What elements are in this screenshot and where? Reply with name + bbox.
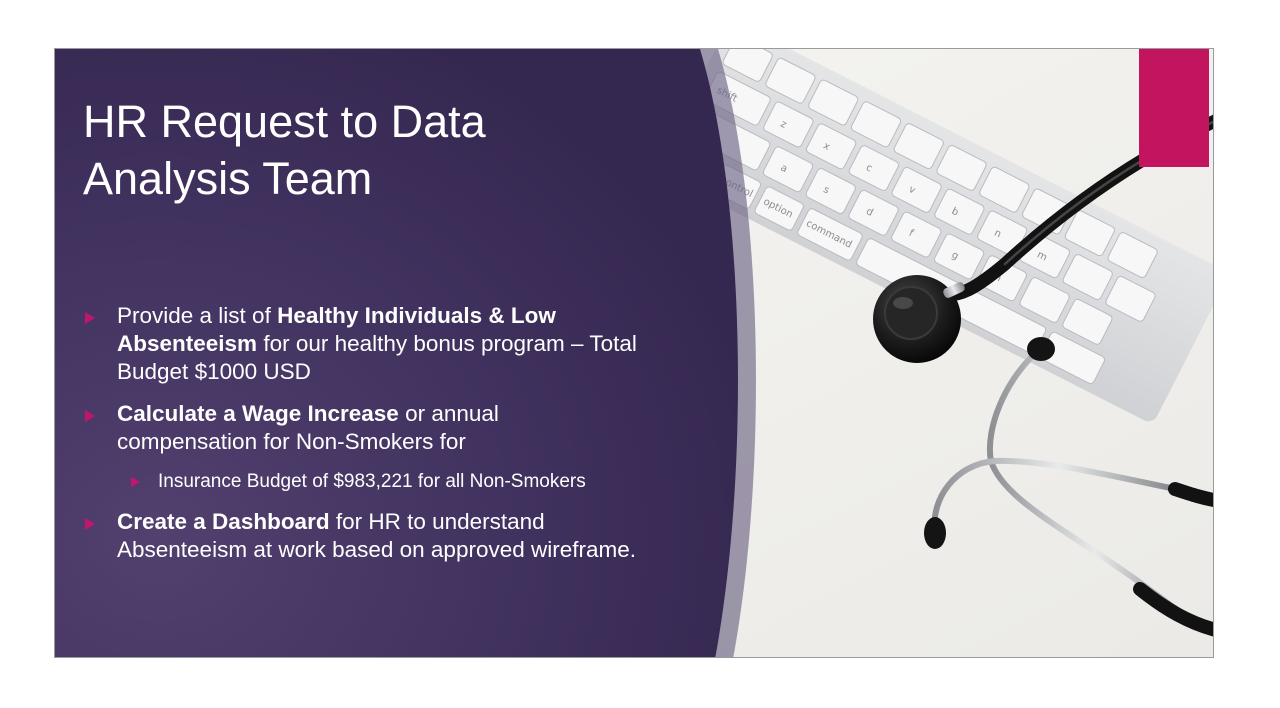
bullet-arrow-icon bbox=[85, 312, 95, 324]
slide: shift z x c v b n m fn control option co… bbox=[54, 48, 1214, 658]
sub-bullet-item: Insurance Budget of $983,221 for all Non… bbox=[158, 471, 586, 492]
title-line-2: Analysis Team bbox=[83, 153, 373, 204]
title-line-1: HR Request to Data bbox=[83, 96, 486, 147]
bullet-item-1: Provide a list of Healthy Individuals & … bbox=[117, 303, 637, 384]
slide-title: HR Request to Data Analysis Team bbox=[83, 93, 643, 207]
bullet-arrow-icon bbox=[85, 518, 95, 530]
bullet-item-3: Create a Dashboard for HR to understand … bbox=[117, 509, 637, 562]
accent-tab bbox=[1139, 49, 1209, 167]
bullet-arrow-icon bbox=[85, 410, 95, 422]
bullet-item-2: Calculate a Wage Increase or annual comp… bbox=[117, 401, 499, 454]
sub-bullet-arrow-icon bbox=[131, 477, 140, 487]
